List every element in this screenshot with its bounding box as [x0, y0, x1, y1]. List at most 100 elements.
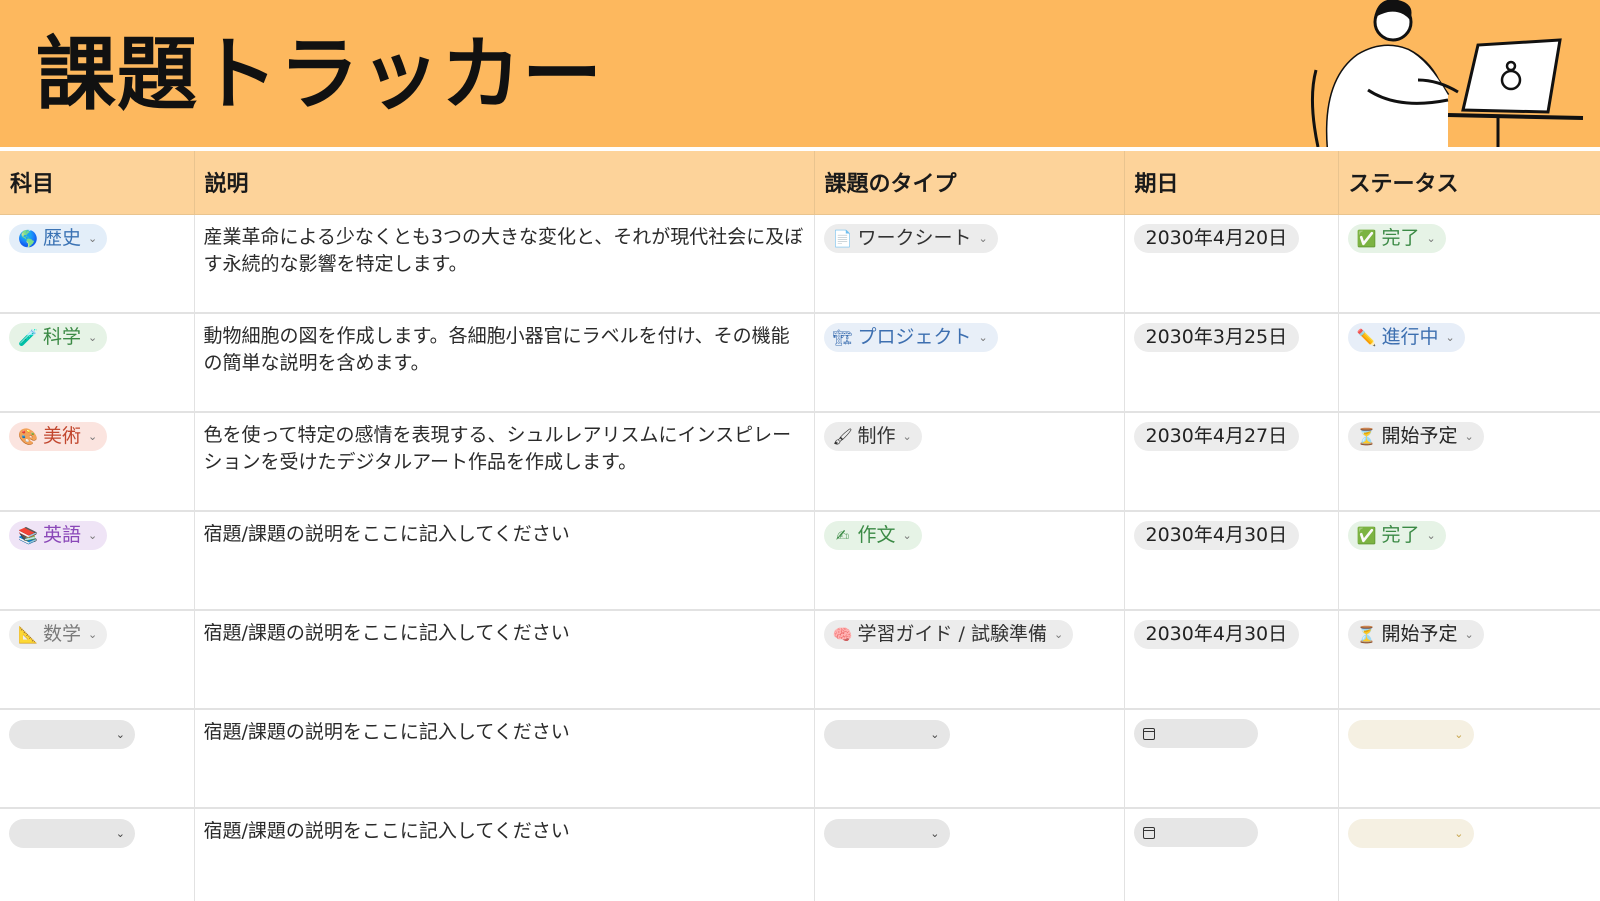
writing-hand-icon: ✍: [835, 526, 850, 545]
status-cell[interactable]: ⌄: [1338, 808, 1600, 901]
description-cell[interactable]: 産業革命による少なくとも3つの大きな変化と、それが現代社会に及ぼす永続的な影響を…: [194, 214, 815, 314]
type-label: 制作: [857, 425, 896, 447]
subject-cell[interactable]: 🎨 美術 ⌄: [0, 412, 195, 512]
status-cell[interactable]: ⏳ 開始予定 ⌄: [1338, 412, 1600, 512]
type-select[interactable]: ✍ 作文 ⌄: [823, 521, 922, 550]
subject-label: 科学: [43, 326, 82, 348]
status-select[interactable]: ⏳ 開始予定 ⌄: [1347, 422, 1484, 451]
status-label: 開始予定: [1381, 623, 1458, 645]
type-cell[interactable]: 📄 ワークシート ⌄: [814, 214, 1125, 314]
table-row: ⌄ 宿題/課題の説明をここに記入してください ⌄ ⌄: [0, 808, 1600, 901]
globe-icon: 🌎: [18, 228, 38, 248]
status-select[interactable]: ⏳ 開始予定 ⌄: [1347, 620, 1484, 649]
type-label: ワークシート: [857, 226, 972, 249]
type-select-empty[interactable]: ⌄: [823, 819, 950, 848]
due-date-empty[interactable]: [1133, 719, 1258, 748]
type-select[interactable]: 📄 ワークシート ⌄: [823, 223, 998, 253]
status-cell[interactable]: ✅ 完了 ⌄: [1338, 511, 1600, 611]
due-date-cell[interactable]: 2030年4月20日: [1124, 214, 1339, 314]
status-select[interactable]: ✏️ 進行中 ⌄: [1347, 323, 1465, 352]
due-date[interactable]: 2030年3月25日: [1133, 323, 1300, 352]
type-label: 作文: [857, 524, 896, 546]
subject-cell[interactable]: ⌄: [0, 808, 195, 901]
due-date[interactable]: 2030年4月30日: [1133, 620, 1300, 649]
status-label: 進行中: [1381, 326, 1439, 348]
subject-select[interactable]: 📚 英語 ⌄: [9, 521, 108, 550]
subject-cell[interactable]: ⌄: [0, 709, 195, 809]
table-row: 🌎 歴史 ⌄ 産業革命による少なくとも3つの大きな変化と、それが現代社会に及ぼす永続的…: [0, 214, 1600, 314]
test-tube-icon: 🧪: [18, 328, 38, 347]
description-cell[interactable]: 動物細胞の図を作成します。各細胞小器官にラベルを付け、その機能の簡単な説明を含め…: [194, 313, 815, 413]
type-cell[interactable]: ⌄: [814, 808, 1125, 901]
subject-select[interactable]: 🧪 科学 ⌄: [9, 323, 108, 352]
column-header-description[interactable]: 説明: [194, 151, 815, 215]
chevron-down-icon: ⌄: [1445, 331, 1455, 344]
description-cell[interactable]: 宿題/課題の説明をここに記入してください: [194, 511, 815, 611]
subject-select[interactable]: 🌎 歴史 ⌄: [9, 223, 108, 253]
type-select[interactable]: 🖌 制作 ⌄: [823, 422, 922, 451]
pencil-icon: ✏️: [1356, 328, 1377, 347]
chevron-down-icon: ⌄: [1426, 231, 1436, 245]
type-select[interactable]: 🧠 学習ガイド / 試験準備 ⌄: [823, 620, 1074, 649]
description-cell[interactable]: 色を使って特定の感情を表現する、シュルレアリスムにインスピレーションを受けたデジ…: [194, 412, 815, 512]
status-select[interactable]: ✅ 完了 ⌄: [1347, 521, 1446, 550]
subject-cell[interactable]: 🌎 歴史 ⌄: [0, 214, 195, 314]
column-header-status[interactable]: ステータス: [1338, 151, 1600, 215]
subject-label: 歴史: [43, 226, 82, 249]
chevron-down-icon: ⌄: [978, 331, 988, 344]
due-date-cell[interactable]: 2030年4月27日: [1124, 412, 1339, 512]
chevron-down-icon: ⌄: [115, 728, 125, 741]
subject-cell[interactable]: 📐 数学 ⌄: [0, 610, 195, 710]
type-select-empty[interactable]: ⌄: [823, 720, 950, 749]
column-header-type[interactable]: 課題のタイプ: [814, 151, 1125, 215]
due-date[interactable]: 2030年4月27日: [1133, 422, 1300, 451]
due-date-cell[interactable]: [1124, 808, 1339, 901]
chevron-down-icon: ⌄: [1053, 628, 1064, 641]
subject-select-empty[interactable]: ⌄: [9, 720, 135, 749]
triangle-ruler-icon: 📐: [18, 625, 38, 644]
due-date-cell[interactable]: [1124, 709, 1339, 809]
subject-select[interactable]: 🎨 美術 ⌄: [9, 422, 108, 451]
type-cell[interactable]: 🖌 制作 ⌄: [814, 412, 1125, 512]
type-select[interactable]: 🏗 プロジェクト ⌄: [823, 323, 998, 352]
type-cell[interactable]: 🧠 学習ガイド / 試験準備 ⌄: [814, 610, 1125, 710]
status-select-empty[interactable]: ⌄: [1347, 720, 1474, 749]
column-header-due-date[interactable]: 期日: [1124, 151, 1339, 215]
type-cell[interactable]: ✍ 作文 ⌄: [814, 511, 1125, 611]
due-date-cell[interactable]: 2030年4月30日: [1124, 610, 1339, 710]
chevron-down-icon: ⌄: [88, 430, 98, 443]
status-cell[interactable]: ✅ 完了 ⌄: [1338, 214, 1600, 314]
chevron-down-icon: ⌄: [115, 827, 125, 840]
status-select[interactable]: ✅ 完了 ⌄: [1347, 223, 1446, 253]
subject-select-empty[interactable]: ⌄: [9, 819, 135, 848]
subject-select[interactable]: 📐 数学 ⌄: [9, 620, 108, 649]
chevron-down-icon: ⌄: [88, 331, 98, 344]
column-header-subject[interactable]: 科目: [0, 151, 195, 215]
type-cell[interactable]: 🏗 プロジェクト ⌄: [814, 313, 1125, 413]
chevron-down-icon: ⌄: [1426, 529, 1436, 542]
subject-cell[interactable]: 🧪 科学 ⌄: [0, 313, 195, 413]
chevron-down-icon: ⌄: [1454, 827, 1464, 840]
description-cell[interactable]: 宿題/課題の説明をここに記入してください: [194, 709, 815, 809]
due-date-empty[interactable]: [1133, 818, 1258, 847]
status-select-empty[interactable]: ⌄: [1347, 819, 1474, 848]
status-cell[interactable]: ⌄: [1338, 709, 1600, 809]
calendar-icon: [1142, 727, 1155, 740]
hourglass-icon: ⏳: [1356, 625, 1377, 644]
due-date-cell[interactable]: 2030年3月25日: [1124, 313, 1339, 413]
subject-label: 美術: [43, 425, 82, 447]
type-cell[interactable]: ⌄: [814, 709, 1125, 809]
subject-label: 数学: [43, 623, 82, 645]
check-mark-icon: ✅: [1356, 526, 1377, 545]
due-date[interactable]: 2030年4月20日: [1133, 223, 1300, 253]
due-date-cell[interactable]: 2030年4月30日: [1124, 511, 1339, 611]
status-cell[interactable]: ⏳ 開始予定 ⌄: [1338, 610, 1600, 710]
due-date[interactable]: 2030年4月30日: [1133, 521, 1300, 550]
document-icon: 📄: [832, 228, 853, 248]
description-cell[interactable]: 宿題/課題の説明をここに記入してください: [194, 808, 815, 901]
calendar-icon: [1142, 826, 1155, 839]
status-cell[interactable]: ✏️ 進行中 ⌄: [1338, 313, 1600, 413]
description-cell[interactable]: 宿題/課題の説明をここに記入してください: [194, 610, 815, 710]
table-row: 📐 数学 ⌄ 宿題/課題の説明をここに記入してください 🧠 学習ガイド / 試験準備 ⌄ 20…: [0, 610, 1600, 710]
subject-cell[interactable]: 📚 英語 ⌄: [0, 511, 195, 611]
